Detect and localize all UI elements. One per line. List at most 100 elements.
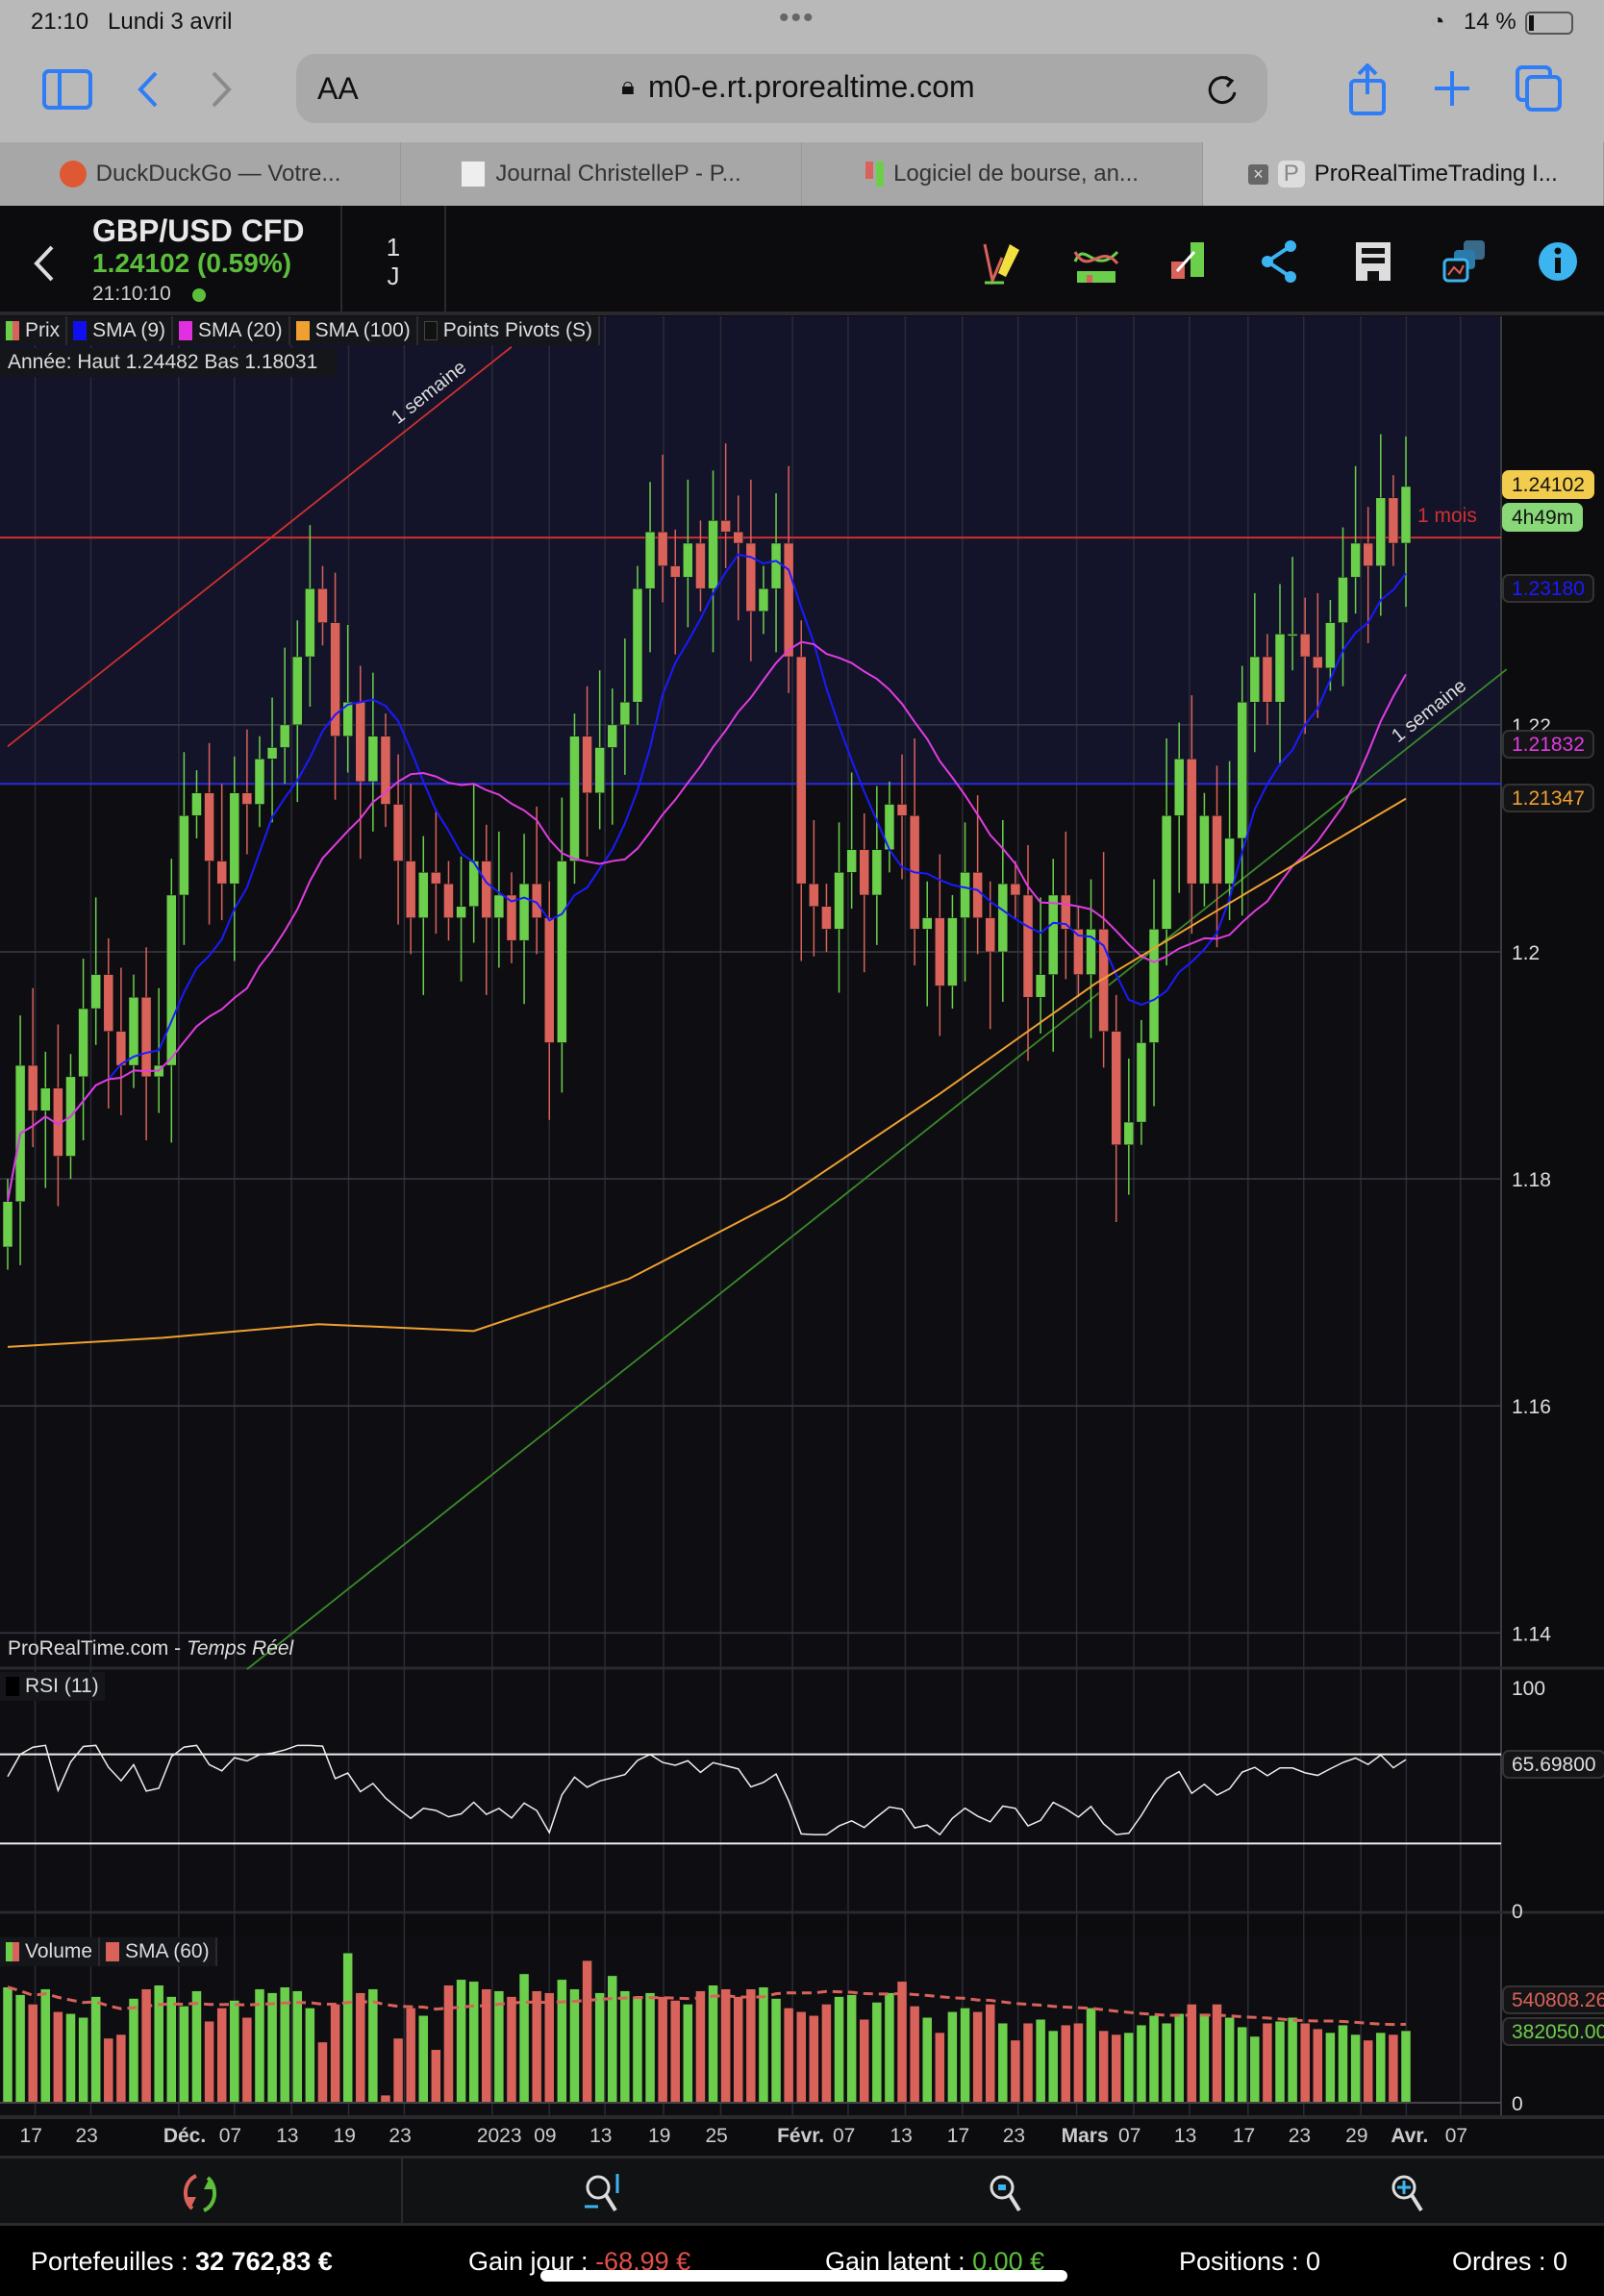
candle [305, 587, 315, 658]
status-time: 21:10 [31, 9, 89, 35]
chart-area[interactable]: 1.14 1.16 1.18 1.2 1.22 1 mois 1 semaine 1 sema… [0, 316, 1604, 2128]
tab-prorealtime[interactable]: × P ProRealTimeTrading I... [1203, 142, 1604, 206]
volume-bar [997, 2022, 1009, 2104]
volume-bar [317, 2041, 328, 2104]
sidebar-icon[interactable] [42, 69, 92, 110]
candle [1287, 634, 1298, 636]
trade-icon[interactable] [1165, 238, 1212, 285]
date-tick-label: 13 [589, 2125, 613, 2147]
share-icon[interactable] [1258, 238, 1304, 285]
price-legend: Prix SMA (9) SMA (20) SMA (100) Points P… [0, 316, 600, 345]
portfolio[interactable]: Portefeuilles : 32 762,83 € [31, 2247, 333, 2277]
tab-logiciel[interactable]: Logiciel de bourse, an... [802, 142, 1203, 206]
period-selector[interactable]: 1J [340, 206, 446, 315]
candle [1313, 656, 1323, 669]
volume-bar [531, 1990, 542, 2104]
info-icon[interactable] [1535, 238, 1581, 285]
new-tab-icon[interactable] [1433, 69, 1471, 108]
candle [795, 656, 807, 885]
candles-favicon-icon [865, 162, 885, 187]
zoom-out-icon[interactable] [987, 2172, 1029, 2214]
candle [758, 587, 769, 612]
duckduckgo-icon [59, 161, 87, 187]
multitask-dots-icon[interactable]: ••• [779, 2, 815, 35]
positions-count[interactable]: Positions : 0 [1179, 2247, 1320, 2277]
volume-bar [582, 1959, 592, 2104]
candle [431, 872, 441, 885]
home-indicator[interactable] [540, 2270, 1067, 2282]
wifi-icon: ◔ [1431, 9, 1445, 35]
legend-sma20[interactable]: SMA (20) [173, 316, 290, 345]
candle [90, 974, 101, 1010]
candle [1173, 759, 1185, 816]
sma20-swatch-icon [179, 321, 193, 340]
refresh-icon[interactable] [179, 2172, 221, 2214]
volume-bar [859, 2018, 869, 2104]
text-size-button[interactable]: AA [317, 71, 359, 107]
date-tick-label: 09 [534, 2125, 557, 2147]
tabs-overview-icon[interactable] [1516, 65, 1564, 113]
candle [1187, 759, 1197, 885]
share-page-icon[interactable] [1348, 63, 1387, 117]
volume-bar [544, 1992, 555, 2104]
legend-pivots[interactable]: Points Pivots (S) [418, 316, 600, 345]
volume-bar [1086, 2008, 1096, 2104]
volume-bar [1313, 2028, 1323, 2104]
legend-label: SMA (20) [198, 319, 283, 341]
volume-bar [1363, 2039, 1373, 2104]
volume-bar [292, 1990, 303, 2104]
volume-bar [1224, 2017, 1235, 2104]
indicators-icon[interactable] [1073, 238, 1119, 285]
rsi-legend[interactable]: RSI (11) [0, 1672, 105, 1701]
candle [1363, 542, 1373, 566]
candle [770, 542, 782, 589]
candle [1123, 1121, 1135, 1145]
back-icon[interactable] [135, 69, 160, 110]
layouts-icon[interactable] [1442, 238, 1489, 285]
candle [367, 736, 379, 783]
legend-prix[interactable]: Prix [0, 316, 68, 345]
address-bar[interactable]: AA 🔒︎ m0-e.rt.prorealtime.com [296, 54, 1267, 123]
candle [1212, 815, 1222, 885]
volume-bar [241, 2017, 253, 2104]
drawing-pencil-icon[interactable] [981, 238, 1027, 285]
volume-bar [1047, 2030, 1059, 2104]
period-unit: J [387, 262, 400, 290]
tab-duckduckgo[interactable]: DuckDuckGo — Votre... [0, 142, 401, 206]
forward-icon[interactable] [210, 69, 235, 110]
legend-volume-sma[interactable]: SMA (60) [100, 1937, 217, 1966]
chart-canvas[interactable]: 1.141.161.181.21.221 mois1 semaine1 sema… [0, 316, 1604, 2115]
save-icon[interactable] [1350, 238, 1396, 285]
candle [997, 883, 1009, 953]
tab-journal[interactable]: Journal ChristelleP - P... [401, 142, 802, 206]
orders-count[interactable]: Ordres : 0 [1452, 2247, 1567, 2277]
date-axis[interactable]: 17 23 Déc. 07 13 19 23 2023 09 13 19 25 Févr. 07 13 17 2… [0, 2115, 1604, 2156]
period-number: 1 [386, 233, 401, 262]
legend-label: Volume [25, 1940, 93, 1962]
candle [1136, 1042, 1147, 1123]
volume-bar [632, 1996, 643, 2104]
legend-sma9[interactable]: SMA (9) [67, 316, 174, 345]
candle [1010, 883, 1021, 896]
legend-volume[interactable]: Volume [0, 1937, 101, 1966]
volume-bar [443, 1984, 454, 2104]
reload-icon[interactable] [1206, 73, 1241, 108]
volume-bar [1061, 2024, 1071, 2104]
url-text[interactable]: m0-e.rt.prorealtime.com [648, 69, 975, 105]
rsi-tick-label: 100 [1512, 1678, 1545, 1700]
candle [1224, 837, 1235, 885]
chart-favicon-icon [461, 161, 487, 187]
legend-sma100[interactable]: SMA (100) [290, 316, 418, 345]
volume-swatch-icon [6, 1942, 19, 1961]
candle [695, 542, 706, 589]
volume-bar [695, 1990, 706, 2104]
lock-icon: 🔒︎ [621, 71, 635, 100]
volume-bar [1199, 2013, 1210, 2104]
back-arrow-icon[interactable] [33, 244, 56, 283]
zoom-in-icon[interactable] [1389, 2172, 1431, 2214]
close-tab-icon[interactable]: × [1248, 163, 1268, 185]
volume-bar [103, 2037, 114, 2104]
zoom-fit-icon[interactable] [583, 2172, 625, 2214]
prorealtime-favicon-icon: P [1277, 161, 1305, 187]
candle [103, 974, 114, 1032]
